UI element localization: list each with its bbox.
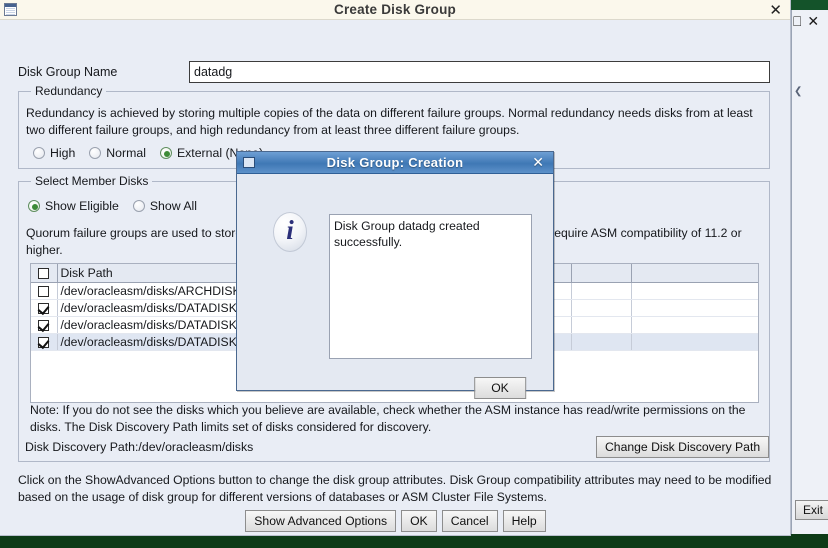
close-icon[interactable]: ✕ <box>807 15 819 29</box>
radio-icon <box>89 147 102 159</box>
row-checkbox-cell[interactable] <box>31 316 58 334</box>
cancel-button[interactable]: Cancel <box>441 510 498 532</box>
checkbox-icon[interactable] <box>38 285 50 297</box>
disk-group-creation-modal: Disk Group: Creation ✕ Disk Group datadg… <box>236 151 554 399</box>
redundancy-option-normal-label: Normal <box>106 146 146 160</box>
info-icon <box>273 212 307 252</box>
screen: ⎕ ✕ ❮ Exit Create Disk Group ✕ Disk Grou… <box>0 0 828 548</box>
background-window[interactable] <box>791 0 828 548</box>
window-icon <box>243 157 255 168</box>
radio-icon <box>132 200 145 212</box>
checkbox-icon[interactable] <box>38 268 50 280</box>
row-extra-2 <box>571 299 632 317</box>
dialog-button-bar: Show Advanced Options OK Cancel Help <box>0 510 791 532</box>
disk-visibility-note: Note: If you do not see the disks which … <box>30 402 756 436</box>
redundancy-legend: Redundancy <box>31 84 107 98</box>
exit-button[interactable]: Exit <box>795 500 828 520</box>
redundancy-option-normal[interactable]: Normal <box>89 146 146 160</box>
show-advanced-options-button[interactable]: Show Advanced Options <box>245 510 397 532</box>
column-header-extra-2[interactable] <box>571 264 632 283</box>
close-icon[interactable]: ✕ <box>532 153 544 173</box>
checkbox-icon-checked[interactable] <box>38 319 50 331</box>
window-titlebar: Create Disk Group ✕ <box>0 0 790 20</box>
disk-filter-radio-group[interactable]: Show Eligible Show All <box>28 199 211 213</box>
change-disk-discovery-path-button[interactable]: Change Disk Discovery Path <box>596 436 770 458</box>
column-header-extra-3[interactable] <box>631 264 758 283</box>
disk-discovery-path-label: Disk Discovery Path:/dev/oracleasm/disks <box>25 440 254 454</box>
row-extra-2 <box>571 333 632 351</box>
modal-titlebar: Disk Group: Creation ✕ <box>237 152 553 174</box>
advanced-options-hint: Click on the ShowAdvanced Options button… <box>18 473 772 504</box>
row-extra-3 <box>631 299 758 317</box>
ok-button[interactable]: OK <box>401 510 437 532</box>
radio-icon-selected <box>28 200 40 212</box>
chevron-left-icon: ❮ <box>794 86 803 97</box>
row-checkbox-cell[interactable] <box>31 299 58 317</box>
modal-title: Disk Group: Creation <box>326 155 464 170</box>
filter-option-show-eligible-label: Show Eligible <box>45 199 119 213</box>
disk-visibility-note-line2: The Disk Discovery Path limits set of di… <box>64 420 432 434</box>
row-extra-3 <box>631 282 758 300</box>
filter-option-show-eligible[interactable]: Show Eligible <box>28 199 119 213</box>
maximize-icon[interactable]: ⎕ <box>793 15 801 29</box>
redundancy-option-high-label: High <box>50 146 76 160</box>
background-window-controls[interactable]: ⎕ ✕ <box>793 11 828 33</box>
filter-option-show-all-label: Show All <box>149 199 197 213</box>
disk-group-name-input[interactable] <box>189 61 770 83</box>
redundancy-option-high[interactable]: High <box>33 146 75 160</box>
modal-message: Disk Group datadg created successfully. <box>329 214 532 359</box>
row-extra-2 <box>571 282 632 300</box>
desktop-background <box>791 534 828 548</box>
window-icon <box>4 3 17 16</box>
select-all-header[interactable] <box>31 264 58 283</box>
filter-option-show-all[interactable]: Show All <box>132 199 197 213</box>
help-button[interactable]: Help <box>502 510 546 532</box>
page-title: Create Disk Group <box>334 2 456 17</box>
row-checkbox-cell[interactable] <box>31 333 58 351</box>
row-checkbox-cell[interactable] <box>31 282 58 300</box>
redundancy-description: Redundancy is achieved by storing multip… <box>26 106 753 137</box>
checkbox-icon-checked[interactable] <box>38 336 50 348</box>
disk-group-name-label: Disk Group Name <box>18 65 118 79</box>
row-extra-3 <box>631 333 758 351</box>
radio-icon-selected <box>159 147 172 159</box>
modal-ok-button[interactable]: OK <box>474 377 526 399</box>
row-extra-3 <box>631 316 758 334</box>
modal-body: Disk Group datadg created successfully. … <box>237 174 553 399</box>
background-window-titlebar <box>791 0 828 10</box>
close-icon[interactable]: ✕ <box>769 1 782 19</box>
checkbox-icon-checked[interactable] <box>38 302 50 314</box>
radio-icon <box>33 147 45 159</box>
row-extra-2 <box>571 316 632 334</box>
select-member-disks-legend: Select Member Disks <box>31 174 153 188</box>
